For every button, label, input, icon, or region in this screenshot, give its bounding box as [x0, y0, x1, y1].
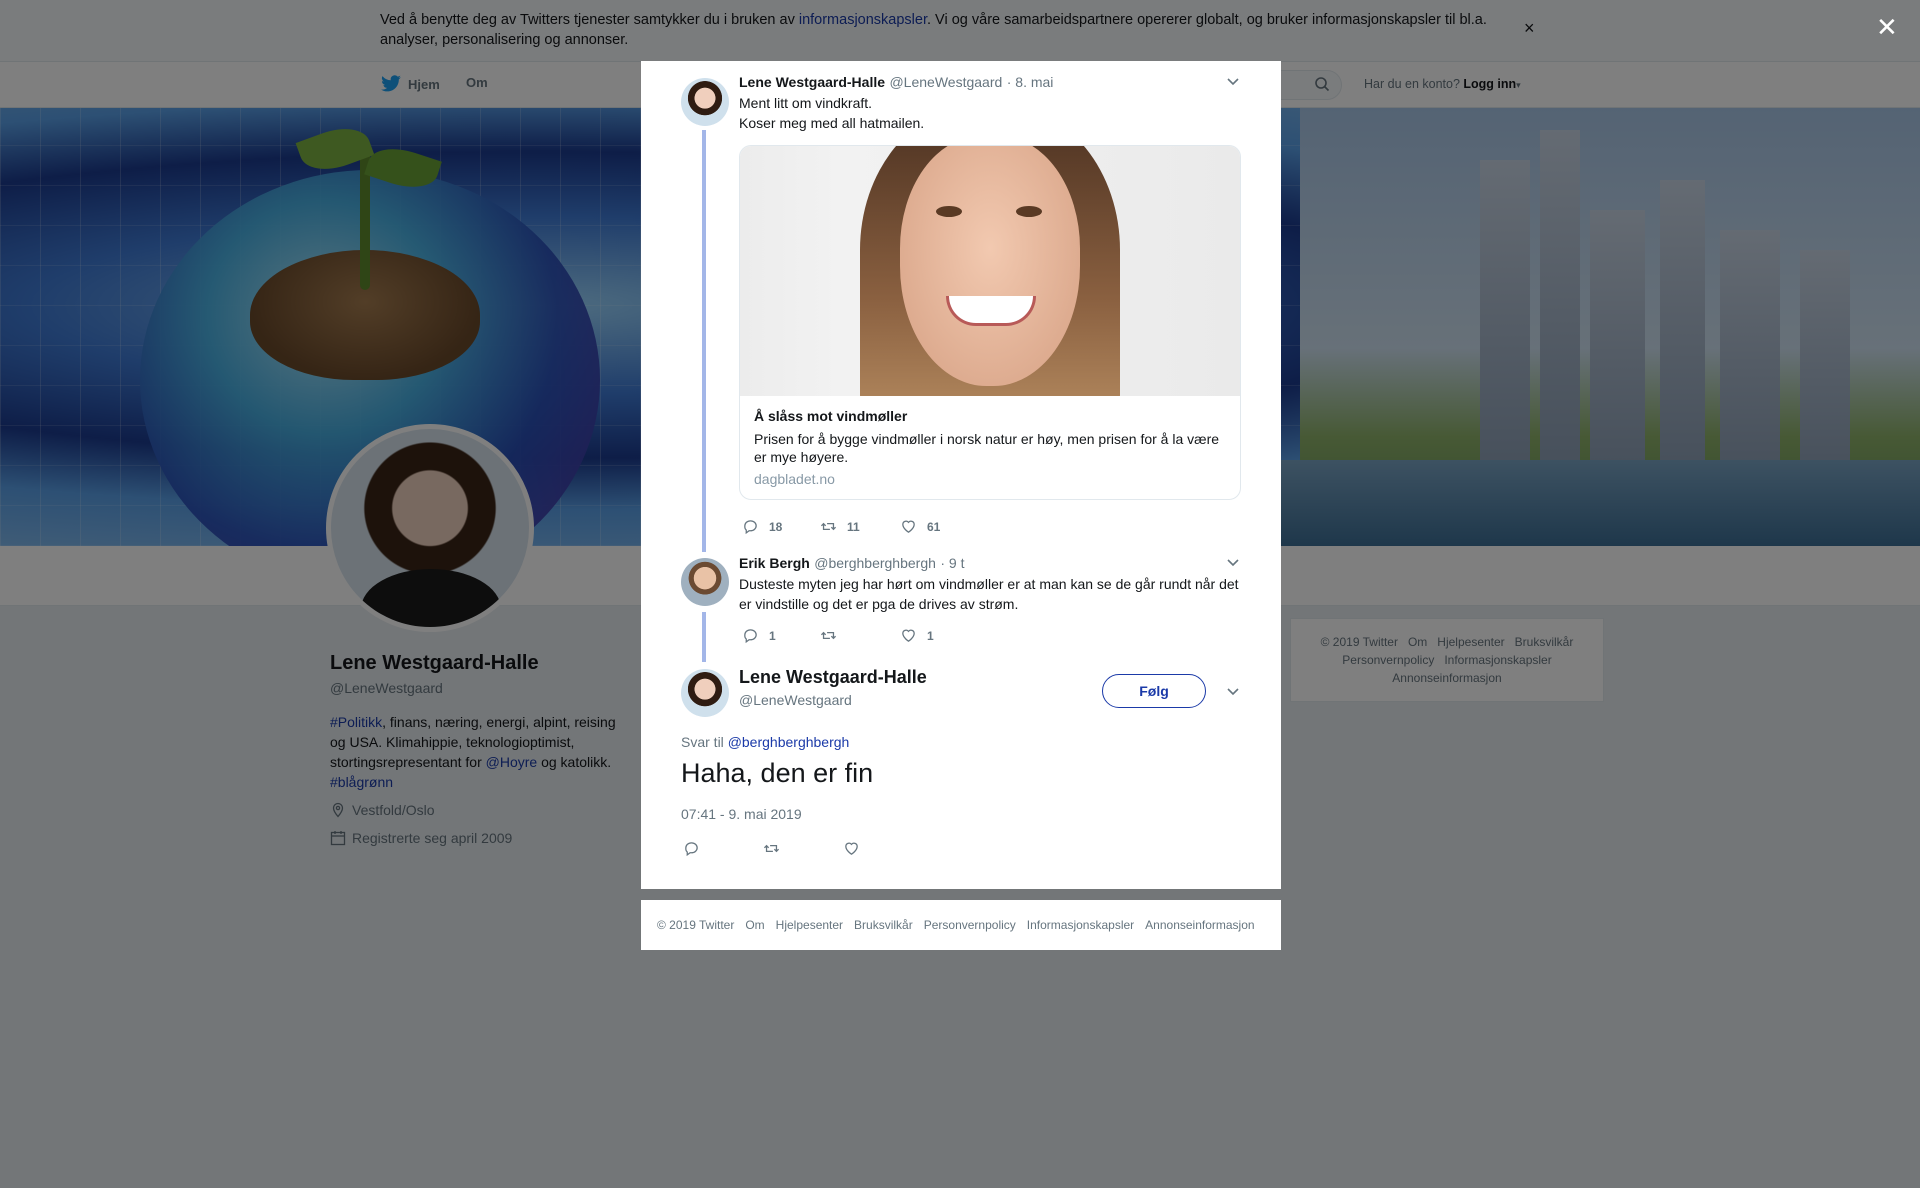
like-button[interactable]: 1 [900, 627, 980, 644]
tweet-avatar[interactable] [681, 78, 729, 126]
footer-link[interactable]: © 2019 Twitter [657, 918, 734, 932]
footer-link[interactable]: Bruksvilkår [854, 918, 913, 932]
tweet-actions: 18 11 61 [742, 518, 980, 535]
tweet-author-name[interactable]: Erik Bergh [739, 555, 810, 571]
main-tweet-avatar[interactable] [681, 669, 729, 717]
tweet-header: Lene Westgaard-Halle @LeneWestgaard · 8.… [739, 74, 1053, 92]
heart-icon [902, 520, 915, 533]
tweet-author-handle[interactable]: @LeneWestgaard [889, 74, 1002, 90]
footer-link[interactable]: Informasjonskapsler [1027, 918, 1134, 932]
link-preview-card[interactable]: Å slåss mot vindmøller Prisen for å bygg… [739, 145, 1241, 500]
tweet-text: Dusteste myten jeg har hørt om vindmølle… [739, 576, 1239, 612]
tweet-actions: 1 1 [742, 627, 980, 644]
card-description: Prisen for å bygge vindmøller i norsk na… [754, 431, 1220, 465]
reply-button[interactable] [683, 840, 763, 857]
retweet-button[interactable] [763, 840, 843, 857]
like-button[interactable] [843, 840, 923, 857]
reply-button[interactable]: 1 [742, 627, 820, 644]
reply-button[interactable]: 18 [742, 518, 820, 535]
tweet-avatar[interactable] [681, 558, 729, 606]
reply-icon [744, 629, 757, 644]
main-tweet-author-handle[interactable]: @LeneWestgaard [739, 692, 852, 708]
tweet-time[interactable]: · 8. mai [1007, 74, 1054, 90]
retweet-button[interactable]: 11 [820, 518, 900, 535]
card-domain: dagbladet.no [754, 471, 835, 487]
reply-to-handle-link[interactable]: @berghberghbergh [728, 734, 850, 750]
main-tweet-timestamp[interactable]: 07:41 - 9. mai 2019 [681, 806, 802, 822]
chevron-down-icon[interactable] [1226, 76, 1240, 90]
tweet-time[interactable]: · 9 t [940, 555, 964, 571]
footer-link[interactable]: Om [745, 918, 764, 932]
chevron-down-icon[interactable] [1226, 686, 1240, 700]
tweet-header: Erik Bergh @berghberghbergh · 9 t [739, 555, 964, 573]
card-title: Å slåss mot vindmøller [754, 408, 908, 424]
modal-footer: © 2019 Twitter Om Hjelpesenter Bruksvilk… [641, 900, 1281, 950]
footer-link[interactable]: Hjelpesenter [776, 918, 843, 932]
footer-link[interactable]: Annonseinformasjon [1145, 918, 1254, 932]
retweet-button[interactable] [820, 627, 900, 644]
follow-button[interactable]: Følg [1102, 674, 1206, 708]
footer-link[interactable]: Personvernpolicy [924, 918, 1016, 932]
card-image [740, 146, 1240, 396]
tweet-author-handle[interactable]: @berghberghbergh [814, 555, 936, 571]
like-button[interactable]: 61 [900, 518, 980, 535]
tweet-author-name[interactable]: Lene Westgaard-Halle [739, 74, 885, 90]
reply-context: Svar til @berghberghbergh [681, 734, 850, 750]
tweet-text: Ment litt om vindkraft. Koser meg med al… [739, 95, 925, 131]
reply-icon [744, 520, 757, 535]
close-icon[interactable]: ✕ [1876, 12, 1898, 43]
retweet-icon [763, 844, 780, 853]
retweet-icon [820, 522, 837, 531]
thread-connector-line [702, 612, 706, 662]
retweet-icon [820, 631, 837, 640]
heart-icon [845, 842, 858, 855]
main-tweet-text: Haha, den er fin [681, 758, 874, 788]
reply-icon [685, 842, 698, 857]
main-tweet-author-name[interactable]: Lene Westgaard-Halle [739, 667, 927, 688]
chevron-down-icon[interactable] [1226, 557, 1240, 571]
heart-icon [902, 629, 915, 642]
thread-connector-line [702, 130, 706, 552]
main-tweet-actions [683, 840, 923, 857]
